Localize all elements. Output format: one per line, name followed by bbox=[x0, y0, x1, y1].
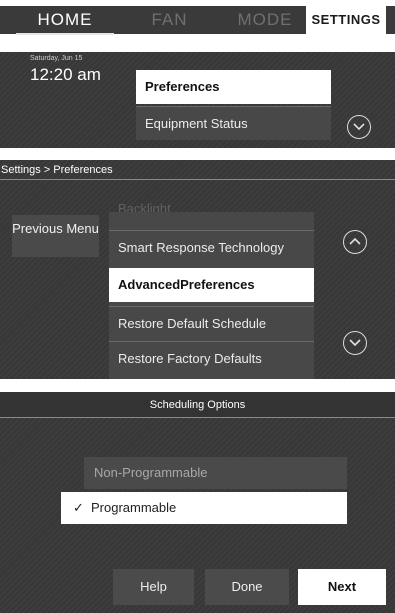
scroll-down-button[interactable] bbox=[343, 331, 367, 355]
top-navigation: HOME FAN MODE SETTINGS bbox=[0, 0, 395, 44]
previous-menu-button[interactable]: Previous Menu bbox=[12, 215, 99, 257]
tab-home[interactable]: HOME bbox=[16, 6, 114, 34]
menu-item-equipment-status[interactable]: Equipment Status bbox=[136, 106, 331, 140]
menu-item-advanced-preferences[interactable]: AdvancedPreferences bbox=[109, 268, 314, 302]
preferences-screen: Settings > Preferences Previous Menu Bac… bbox=[0, 160, 395, 379]
option-label: Programmable bbox=[91, 500, 177, 515]
chevron-down-icon bbox=[349, 339, 361, 347]
chevron-down-icon bbox=[353, 123, 365, 131]
menu-item-smart-response[interactable]: Smart Response Technology bbox=[109, 230, 314, 264]
clock-time: 12:20 am bbox=[30, 65, 101, 84]
option-programmable[interactable]: ✓ Programmable bbox=[61, 492, 347, 524]
chevron-up-icon bbox=[349, 237, 361, 245]
scroll-down-button[interactable] bbox=[347, 115, 371, 139]
tab-fan[interactable]: FAN bbox=[118, 6, 221, 34]
done-button[interactable]: Done bbox=[205, 569, 289, 605]
check-icon: ✓ bbox=[73, 500, 84, 515]
help-button[interactable]: Help bbox=[113, 569, 194, 605]
screen-title: Scheduling Options bbox=[0, 392, 395, 418]
date-label: Saturday, Jun 15 bbox=[30, 55, 83, 62]
scroll-up-button[interactable] bbox=[343, 230, 367, 254]
next-button[interactable]: Next bbox=[298, 569, 386, 605]
tab-settings[interactable]: SETTINGS bbox=[306, 6, 386, 34]
menu-item-restore-default-schedule[interactable]: Restore Default Schedule bbox=[109, 306, 314, 340]
option-non-programmable[interactable]: Non-Programmable bbox=[84, 457, 347, 489]
menu-item-preferences[interactable]: Preferences bbox=[136, 70, 331, 104]
scheduling-options-screen: Scheduling Options Non-Programmable ✓ Pro… bbox=[0, 392, 395, 613]
breadcrumb: Settings > Preferences bbox=[0, 160, 395, 180]
settings-menu-screen: Saturday, Jun 15 12:20 am Preferences Eq… bbox=[0, 52, 395, 148]
tab-mode[interactable]: MODE bbox=[222, 6, 308, 34]
menu-item-restore-factory-defaults[interactable]: Restore Factory Defaults bbox=[109, 341, 314, 375]
home-tab-underline bbox=[16, 33, 114, 35]
